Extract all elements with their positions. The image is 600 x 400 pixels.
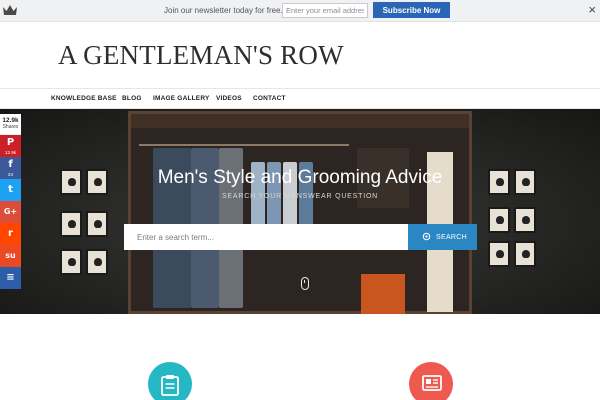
nav-item-knowledge-base[interactable]: KNOWLEDGE BASE xyxy=(51,95,117,102)
nav-item-image-gallery[interactable]: IMAGE GALLERY xyxy=(153,95,210,102)
knowledge-base-feature[interactable] xyxy=(148,362,192,400)
search-input[interactable] xyxy=(124,224,408,250)
newsletter-email-input[interactable] xyxy=(282,3,368,18)
hero-subtitle: SEARCH YOUR MENSWEAR QUESTION xyxy=(221,193,379,200)
buffer-icon: ≡ xyxy=(6,272,15,283)
hero-title: Men's Style and Grooming Advice xyxy=(157,167,443,188)
facebook-share-button[interactable]: f 24 xyxy=(0,157,21,179)
pinterest-share-count: 12.9k xyxy=(4,150,16,155)
share-total-count: 12.9k xyxy=(2,117,19,124)
scroll-down-icon[interactable] xyxy=(301,277,309,290)
close-icon[interactable]: × xyxy=(588,3,596,17)
search-button-label: SEARCH xyxy=(436,234,467,241)
facebook-share-count: 24 xyxy=(7,172,13,177)
buffer-share-button[interactable]: ≡ xyxy=(0,267,21,289)
twitter-share-button[interactable]: t xyxy=(0,179,21,201)
google-plus-share-button[interactable]: G+ xyxy=(0,201,21,223)
twitter-icon: t xyxy=(8,184,13,195)
search-button[interactable]: SEARCH xyxy=(408,224,477,250)
share-sidebar: 12.9k Shares P 12.9k f 24 t G+ r su ≡ xyxy=(0,114,21,289)
nav-item-contact[interactable]: CONTACT xyxy=(253,95,286,102)
hero-section: Men's Style and Grooming Advice SEARCH Y… xyxy=(0,109,600,314)
stumbleupon-icon: su xyxy=(5,251,16,260)
main-nav: KNOWLEDGE BASE BLOG IMAGE GALLERY VIDEOS… xyxy=(0,88,600,109)
search-icon xyxy=(422,232,431,241)
pinterest-icon: P xyxy=(6,137,15,148)
crown-icon xyxy=(3,5,17,15)
nav-item-blog[interactable]: BLOG xyxy=(122,95,142,102)
share-total: 12.9k Shares xyxy=(0,114,21,135)
clipboard-icon xyxy=(161,375,179,396)
share-total-label: Shares xyxy=(2,124,19,130)
newsletter-text: Join our newsletter today for free. xyxy=(164,6,283,15)
blog-feature[interactable] xyxy=(409,362,453,400)
site-logo[interactable]: A GENTLEMAN'S ROW xyxy=(58,40,344,71)
facebook-icon: f xyxy=(8,159,13,170)
nav-item-videos[interactable]: VIDEOS xyxy=(216,95,242,102)
stumbleupon-share-button[interactable]: su xyxy=(0,245,21,267)
reddit-icon: r xyxy=(8,228,13,239)
google-plus-icon: G+ xyxy=(3,207,18,216)
newsletter-bar: Join our newsletter today for free. Subs… xyxy=(0,0,600,22)
reddit-share-button[interactable]: r xyxy=(0,223,21,245)
newspaper-icon xyxy=(422,375,442,391)
subscribe-button[interactable]: Subscribe Now xyxy=(373,2,450,18)
pinterest-share-button[interactable]: P 12.9k xyxy=(0,135,21,157)
